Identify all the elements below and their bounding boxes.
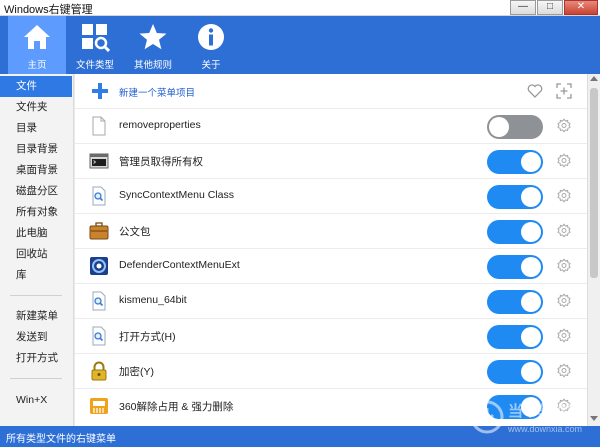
toggle-knob xyxy=(521,327,541,347)
sidebar-item-directory-background[interactable]: 目录背景 xyxy=(0,139,72,160)
sidebar-item-files[interactable]: 文件 xyxy=(0,76,72,97)
title-bar: Windows右键管理 — □ ✕ xyxy=(0,0,600,16)
menu-item-name: SyncContextMenu Class xyxy=(119,189,234,201)
toolbar: 主页 文件类型 其他规则 关于 xyxy=(0,16,600,74)
menu-item-name: 公文包 xyxy=(119,226,151,238)
file-types-icon xyxy=(82,24,110,52)
shredder-icon xyxy=(90,398,108,414)
tab-home-label: 主页 xyxy=(27,60,47,71)
star-icon xyxy=(139,24,167,50)
gear-icon[interactable] xyxy=(556,118,572,134)
sidebar-divider xyxy=(10,378,62,379)
sidebar-item-send-to[interactable]: 发送到 xyxy=(0,327,72,348)
tab-file-types-label: 文件类型 xyxy=(75,60,114,71)
plus-icon xyxy=(92,83,108,99)
menu-item-toggle[interactable] xyxy=(487,220,543,244)
tab-other-rules-label: 其他规则 xyxy=(133,60,172,71)
gear-icon[interactable] xyxy=(556,258,572,274)
sidebar-item-new-menu[interactable]: 新建菜单 xyxy=(0,306,72,327)
defender-icon xyxy=(90,257,108,275)
sidebar-item-directory[interactable]: 目录 xyxy=(0,118,72,139)
menu-item-name: 加密(Y) xyxy=(119,366,154,378)
maximize-button[interactable]: □ xyxy=(537,0,563,15)
list-item: SyncContextMenu Class xyxy=(75,178,587,213)
sidebar-divider xyxy=(10,295,62,296)
list-item: 加密(Y) xyxy=(75,353,587,388)
menu-item-name: DefenderContextMenuExt xyxy=(119,259,240,271)
list-item: DefenderContextMenuExt xyxy=(75,248,587,283)
gear-icon[interactable] xyxy=(556,328,572,344)
watermark-logo-icon xyxy=(470,400,504,434)
sidebar-item-all-objects[interactable]: 所有对象 xyxy=(0,202,72,223)
magnifier-file-icon xyxy=(92,326,106,346)
toggle-knob xyxy=(521,222,541,242)
list-item: 管理员取得所有权 xyxy=(75,143,587,178)
add-menu-item-row[interactable]: 新建一个菜单项目 xyxy=(75,74,587,108)
magnifier-file-icon xyxy=(92,291,106,311)
watermark-url: www.downxia.com xyxy=(508,424,583,434)
sidebar: 文件 文件夹 目录 目录背景 桌面背景 磁盘分区 所有对象 此电脑 回收站 库 … xyxy=(0,74,74,426)
list-item: removeproperties xyxy=(75,108,587,143)
add-menu-item-label: 新建一个菜单项目 xyxy=(119,88,196,99)
gear-icon[interactable] xyxy=(556,188,572,204)
vertical-scrollbar[interactable] xyxy=(587,74,600,426)
sidebar-item-recycle-bin[interactable]: 回收站 xyxy=(0,244,72,265)
menu-item-name: 管理员取得所有权 xyxy=(119,156,203,168)
list-item: 公文包 xyxy=(75,213,587,248)
menu-item-toggle[interactable] xyxy=(487,185,543,209)
favorite-add-icon[interactable] xyxy=(527,83,543,99)
scroll-thumb[interactable] xyxy=(590,88,598,278)
sidebar-item-folders[interactable]: 文件夹 xyxy=(0,97,72,118)
tab-other-rules[interactable]: 其他规则 xyxy=(124,16,182,74)
tab-about-label: 关于 xyxy=(201,60,221,71)
toggle-knob xyxy=(521,257,541,277)
tab-file-types[interactable]: 文件类型 xyxy=(66,16,124,74)
menu-item-name: kismenu_64bit xyxy=(119,294,187,306)
toggle-knob xyxy=(521,152,541,172)
sidebar-item-drive-partitions[interactable]: 磁盘分区 xyxy=(0,181,72,202)
gear-icon[interactable] xyxy=(556,363,572,379)
magnifier-file-icon xyxy=(92,186,106,206)
home-icon xyxy=(24,25,50,49)
info-icon xyxy=(198,24,224,50)
sidebar-item-desktop-background[interactable]: 桌面背景 xyxy=(0,160,72,181)
briefcase-icon xyxy=(89,222,109,240)
sidebar-item-library[interactable]: 库 xyxy=(0,265,72,286)
menu-item-toggle[interactable] xyxy=(487,360,543,384)
tab-about[interactable]: 关于 xyxy=(182,16,240,74)
menu-item-toggle[interactable] xyxy=(487,115,543,139)
menu-item-toggle[interactable] xyxy=(487,290,543,314)
toggle-knob xyxy=(521,292,541,312)
menu-item-toggle[interactable] xyxy=(487,150,543,174)
padlock-icon xyxy=(91,361,107,381)
gear-icon[interactable] xyxy=(556,223,572,239)
menu-item-toggle[interactable] xyxy=(487,325,543,349)
watermark: 当下软件园 www.downxia.com xyxy=(462,396,598,444)
list-item: kismenu_64bit xyxy=(75,283,587,318)
close-button[interactable]: ✕ xyxy=(564,0,598,15)
toggle-knob xyxy=(521,362,541,382)
sidebar-item-open-with[interactable]: 打开方式 xyxy=(0,348,72,369)
gear-icon[interactable] xyxy=(556,293,572,309)
sidebar-item-win-x[interactable]: Win+X xyxy=(0,390,72,411)
add-rule-icon[interactable] xyxy=(556,83,572,99)
toggle-knob xyxy=(489,117,509,137)
toggle-knob xyxy=(521,187,541,207)
menu-item-name: 打开方式(H) xyxy=(119,331,176,343)
status-text: 所有类型文件的右键菜单 xyxy=(6,434,116,445)
menu-item-name: removeproperties xyxy=(119,119,201,131)
scroll-up-arrow-icon[interactable] xyxy=(590,76,598,81)
sidebar-item-this-pc[interactable]: 此电脑 xyxy=(0,223,72,244)
gear-icon[interactable] xyxy=(556,153,572,169)
list-item: 打开方式(H) xyxy=(75,318,587,353)
menu-item-toggle[interactable] xyxy=(487,255,543,279)
minimize-button[interactable]: — xyxy=(510,0,536,15)
console-icon xyxy=(89,153,109,169)
blank-file-icon xyxy=(92,116,106,136)
menu-item-name: 360解除占用 & 强力删除 xyxy=(119,401,234,413)
tab-home[interactable]: 主页 xyxy=(8,16,66,74)
window-title: Windows右键管理 xyxy=(4,4,93,16)
watermark-title: 当下软件园 xyxy=(508,403,584,420)
menu-item-list: 新建一个菜单项目 removeproperties 管理员取得所有权 SyncC… xyxy=(75,74,587,426)
